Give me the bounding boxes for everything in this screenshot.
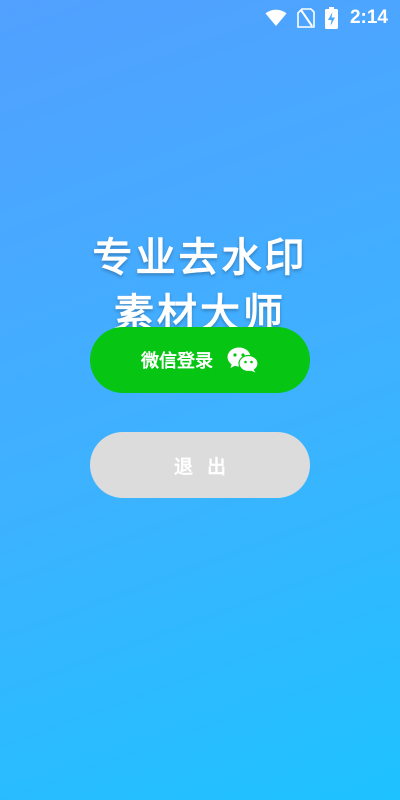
wechat-icon	[227, 347, 259, 373]
hero-title: 专业去水印 素材大师	[0, 230, 400, 342]
wechat-login-label: 微信登录	[141, 351, 213, 372]
exit-button[interactable]: 退出	[90, 432, 310, 498]
status-time: 2:14	[349, 7, 388, 28]
status-bar: 2:14	[0, 0, 400, 36]
no-sim-icon	[297, 8, 315, 28]
hero-title-line1: 专业去水印	[92, 235, 308, 281]
status-icons: 2:14	[265, 6, 388, 30]
battery-charging-icon	[324, 7, 338, 29]
wechat-login-button[interactable]: 微信登录	[90, 327, 310, 393]
wifi-icon	[265, 9, 287, 27]
